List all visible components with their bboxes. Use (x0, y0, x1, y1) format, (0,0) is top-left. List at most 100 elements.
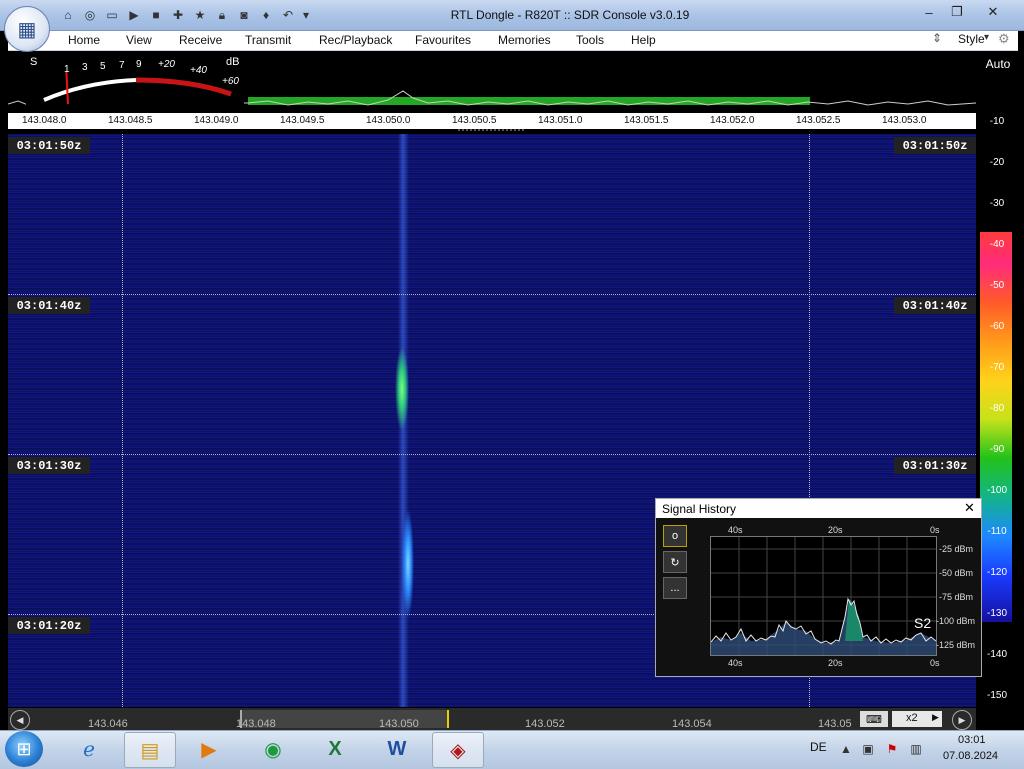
close-button[interactable]: ✕ (982, 3, 1004, 21)
db-tick: -60 (989, 321, 1005, 332)
auto-scale-button[interactable]: Auto (980, 53, 1016, 75)
freq-tick: 143.053.0 (882, 115, 927, 126)
style-menu[interactable]: Style (958, 32, 985, 46)
freq-tick: 143.048.0 (22, 115, 67, 126)
lifebuoy-icon[interactable]: ◎ (82, 7, 98, 23)
folder-icon[interactable]: ▭ (104, 7, 120, 23)
drop-icon[interactable]: ♦ (258, 7, 274, 23)
timestamp-right: 03:01:30z (894, 457, 976, 474)
menu-home[interactable]: Home (68, 33, 100, 47)
menu-transmit[interactable]: Transmit (245, 33, 291, 47)
bottom-freq-label: 143.052 (525, 718, 565, 730)
s-scale-3: 3 (82, 62, 88, 73)
freq-tick: 143.052.0 (710, 115, 755, 126)
add-icon[interactable]: ✚ (170, 7, 186, 23)
menu-rec-playback[interactable]: Rec/Playback (319, 33, 392, 47)
dbm-label: -125 dBm (936, 640, 976, 650)
s-scale-9: 9 (136, 59, 142, 70)
play-icon[interactable]: ▶ (126, 7, 142, 23)
usb-device-icon[interactable]: ▣ (860, 741, 876, 757)
menu-view[interactable]: View (126, 33, 152, 47)
show-hidden-icons-icon[interactable]: ▲ (838, 741, 854, 757)
db-tick: -150 (986, 690, 1007, 701)
signal-history-plot[interactable] (710, 536, 937, 656)
menu-memories[interactable]: Memories (498, 33, 551, 47)
stop-icon[interactable]: ■ (148, 7, 164, 23)
s-unit-reading: S2 (914, 615, 932, 631)
scroll-right-button[interactable]: ▶ (952, 710, 972, 730)
lock-icon[interactable]: 🔒︎ (214, 7, 230, 23)
bottom-freq-label: 143.050 (379, 718, 419, 730)
s-scale-1: 1 (64, 64, 70, 75)
dbm-label: -50 dBm (939, 568, 974, 578)
reset-button[interactable]: ↻ (663, 551, 687, 573)
chrome-icon[interactable]: ◉ (248, 732, 298, 766)
menu-bar: Home View Receive Transmit Rec/Playback … (8, 31, 1018, 51)
star-icon[interactable]: ★ (192, 7, 208, 23)
style-toggle-icon[interactable]: ⇕ (932, 31, 942, 45)
zoom-label: x2 (906, 712, 918, 724)
signal-history-trace (710, 537, 937, 655)
minimize-button[interactable]: – (918, 3, 940, 21)
explorer-icon[interactable]: ▤ (124, 732, 176, 768)
time-gridline (8, 294, 976, 295)
menu-tools[interactable]: Tools (576, 33, 604, 47)
time-label-top: 40s (728, 525, 743, 535)
undo-icon[interactable]: ↶ (280, 7, 296, 23)
frequency-scale[interactable]: 143.048.0 143.048.5 143.049.0 143.049.5 … (8, 113, 976, 129)
freq-tick: 143.049.5 (280, 115, 325, 126)
excel-icon[interactable]: X (310, 732, 360, 766)
db-tick: -50 (989, 280, 1005, 291)
home-icon[interactable]: ⌂ (60, 7, 76, 23)
time-label-bottom: 0s (930, 658, 940, 668)
media-player-icon[interactable]: ▶ (184, 732, 234, 766)
maximize-button[interactable]: ❐ (946, 3, 968, 21)
freq-tick: 143.051.0 (538, 115, 583, 126)
signal-history-titlebar[interactable]: Signal History ✕ (656, 499, 981, 518)
word-icon[interactable]: W (372, 732, 422, 766)
dbm-label: -100 dBm (936, 616, 976, 626)
bottom-freq-label: 143.048 (236, 718, 276, 730)
time-label-bottom: 20s (828, 658, 843, 668)
db-tick: -80 (989, 403, 1005, 414)
record-button[interactable]: o (663, 525, 687, 547)
camera-icon[interactable]: ◙ (236, 7, 252, 23)
plus-scale-40: +40 (190, 65, 207, 76)
app-menu-button[interactable]: ▦ (4, 6, 50, 52)
zoom-selector[interactable]: x2 ▶ (892, 711, 942, 727)
db-tick: -110 (987, 526, 1007, 537)
time-label-top: 0s (930, 525, 940, 535)
action-center-icon[interactable]: ⚑ (884, 741, 900, 757)
zoom-next-icon[interactable]: ▶ (932, 712, 939, 723)
signal-history-close-button[interactable]: ✕ (964, 500, 975, 516)
freq-tick: 143.049.0 (194, 115, 239, 126)
menu-receive[interactable]: Receive (179, 33, 222, 47)
scroll-left-button[interactable]: ◀ (10, 710, 30, 730)
windows-logo-icon: ⊞ (16, 738, 32, 759)
db-tick: -130 (986, 608, 1007, 619)
db-tick: -10 (989, 116, 1005, 127)
sdr-console-icon[interactable]: ◈ (432, 732, 484, 768)
s-scale-5: 5 (100, 61, 106, 72)
network-icon[interactable]: ▥ (908, 741, 924, 757)
timestamp-left: 03:01:40z (8, 297, 90, 314)
menu-help[interactable]: Help (631, 33, 656, 47)
style-dropdown-icon[interactable]: ▾ (984, 32, 989, 43)
s-label: S (30, 56, 38, 68)
language-indicator[interactable]: DE (810, 740, 827, 754)
internet-explorer-icon[interactable]: ℯ (64, 732, 114, 766)
keyboard-icon[interactable]: ⌨ (860, 711, 888, 727)
db-tick: -40 (989, 239, 1005, 250)
clock-time[interactable]: 03:01 (958, 734, 986, 746)
more-options-button[interactable]: ... (663, 577, 687, 599)
start-button[interactable]: ⊞ (5, 731, 43, 767)
settings-gear-icon[interactable]: ⚙ (998, 31, 1010, 47)
menu-favourites[interactable]: Favourites (415, 33, 471, 47)
timestamp-left: 03:01:20z (8, 617, 90, 634)
bottom-freq-label: 143.05 (818, 718, 852, 730)
quick-access-dropdown-icon[interactable]: ▾ (298, 7, 314, 23)
clock-date[interactable]: 07.08.2024 (943, 750, 998, 762)
window-title: RTL Dongle - R820T :: SDR Console v3.0.1… (450, 8, 690, 22)
dbm-label: -25 dBm (939, 544, 974, 554)
freq-tick: 143.051.5 (624, 115, 669, 126)
